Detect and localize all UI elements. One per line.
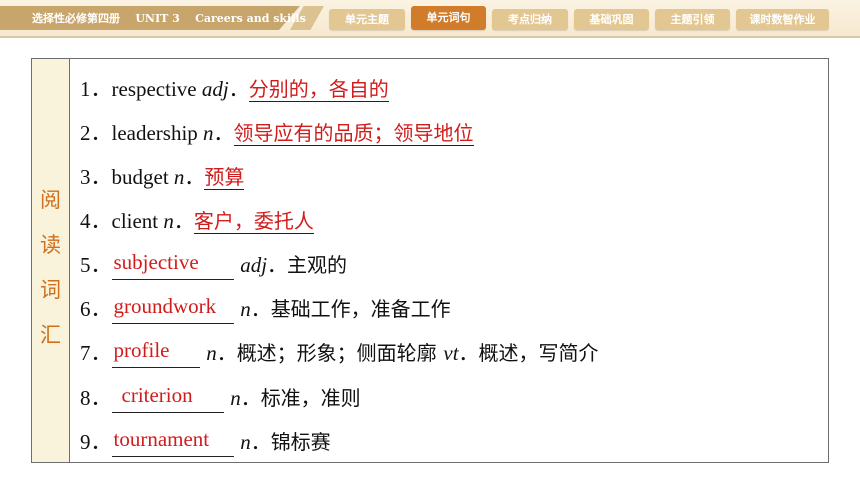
meaning-text: 基础工作，准备工作 xyxy=(270,297,451,321)
answer-text: 预算 xyxy=(204,165,245,190)
answer-text: 领导应有的品质；领导地位 xyxy=(233,121,474,146)
separator: ． xyxy=(250,430,271,454)
meaning-text: 标准，准则 xyxy=(260,386,361,410)
vocab-word: client xyxy=(111,209,164,233)
part-of-speech: n xyxy=(163,209,174,233)
section-label-column: 阅 读 词 汇 xyxy=(32,59,70,462)
part-of-speech: adj xyxy=(201,77,229,101)
top-navigation-bar: 选择性必修第四册 UNIT 3 Careers and skills 单元主题 … xyxy=(0,0,860,36)
tab-unit-words[interactable]: 单元词句 xyxy=(411,6,486,30)
section-label-char: 阅 xyxy=(40,188,61,212)
answer-blank: tournament xyxy=(111,427,234,457)
vocab-word: respective xyxy=(111,77,202,101)
section-label-char: 词 xyxy=(40,278,61,302)
separator: ． xyxy=(240,386,261,410)
item-number: 5． xyxy=(80,253,112,277)
item-number: 2． xyxy=(80,121,112,145)
separator: ． xyxy=(250,297,271,321)
separator: ． xyxy=(267,253,288,277)
answer-text: criterion xyxy=(121,383,193,407)
item-number: 7． xyxy=(80,341,112,365)
item-number: 9． xyxy=(80,430,112,454)
answer-text: tournament xyxy=(113,427,210,451)
answer-blank: subjective xyxy=(111,250,234,280)
tab-unit-theme[interactable]: 单元主题 xyxy=(329,9,405,30)
list-item: 3．budget n．预算 xyxy=(80,162,245,192)
part-of-speech: n xyxy=(203,121,214,145)
part-of-speech-2: vt xyxy=(443,341,459,365)
separator: ． xyxy=(184,165,205,189)
answer-blank: groundwork xyxy=(111,294,234,324)
part-of-speech: n xyxy=(230,386,241,410)
separator: ． xyxy=(458,341,479,365)
meaning-text-2: 概述，写简介 xyxy=(478,341,599,365)
vocab-word: leadership xyxy=(111,121,204,145)
part-of-speech: n xyxy=(240,297,251,321)
tab-homework[interactable]: 课时数智作业 xyxy=(736,9,829,30)
meaning-text: 锦标赛 xyxy=(270,430,331,454)
part-of-speech: n xyxy=(206,341,217,365)
answer-text: 分别的，各自的 xyxy=(248,77,389,102)
separator: ． xyxy=(216,341,237,365)
meaning-text: 主观的 xyxy=(287,253,348,277)
answer-blank: criterion xyxy=(111,383,224,413)
item-number: 4． xyxy=(80,209,112,233)
answer-text: profile xyxy=(113,338,170,362)
item-number: 1． xyxy=(80,77,112,101)
item-number: 3． xyxy=(80,165,112,189)
list-item: 9． tournament n．锦标赛 xyxy=(80,427,331,457)
list-item: 2．leadership n．领导应有的品质；领导地位 xyxy=(80,118,474,148)
section-label-char: 汇 xyxy=(40,323,61,347)
vocab-word: budget xyxy=(111,165,174,189)
meaning-text: 概述；形象；侧面轮廓 xyxy=(236,341,437,365)
list-item: 7． profile n．概述；形象；侧面轮廓 vt．概述，写简介 xyxy=(80,338,599,368)
item-number: 6． xyxy=(80,297,112,321)
tab-basic-practice[interactable]: 基础巩固 xyxy=(574,9,649,30)
answer-text: subjective xyxy=(113,250,199,274)
answer-text: 客户，委托人 xyxy=(193,209,314,234)
header-divider xyxy=(0,36,860,38)
tab-key-points[interactable]: 考点归纳 xyxy=(492,9,568,30)
part-of-speech: adj xyxy=(240,253,268,277)
tab-theme-guide[interactable]: 主题引领 xyxy=(655,9,730,30)
answer-blank: profile xyxy=(111,338,200,368)
separator: ． xyxy=(228,77,249,101)
course-title: 选择性必修第四册 UNIT 3 Careers and skills xyxy=(32,12,306,25)
item-number: 8． xyxy=(80,386,112,410)
separator: ． xyxy=(213,121,234,145)
list-item: 4．client n．客户，委托人 xyxy=(80,206,314,236)
separator: ． xyxy=(173,209,194,233)
part-of-speech: n xyxy=(240,430,251,454)
part-of-speech: n xyxy=(173,165,185,189)
list-item: 6． groundwork n．基础工作，准备工作 xyxy=(80,294,451,324)
list-item: 5． subjective adj．主观的 xyxy=(80,250,347,280)
list-item: 8． criterion n．标准，准则 xyxy=(80,383,361,413)
section-label-char: 读 xyxy=(40,233,61,257)
answer-text: groundwork xyxy=(113,294,217,318)
list-item: 1．respective adj．分别的，各自的 xyxy=(80,74,389,104)
